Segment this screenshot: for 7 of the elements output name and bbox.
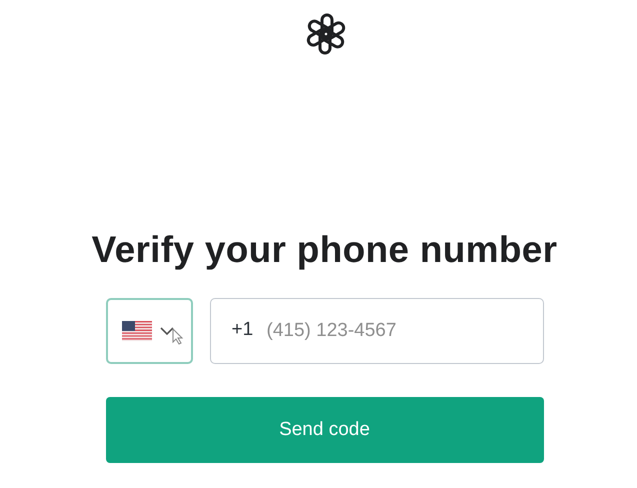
page-title: Verify your phone number — [92, 229, 558, 271]
send-code-button[interactable]: Send code — [106, 397, 544, 463]
cursor-icon — [172, 328, 184, 345]
chevron-down-icon — [160, 326, 174, 336]
country-code: +1 — [232, 319, 254, 341]
country-select[interactable] — [106, 298, 192, 364]
flag-icon — [122, 321, 152, 341]
